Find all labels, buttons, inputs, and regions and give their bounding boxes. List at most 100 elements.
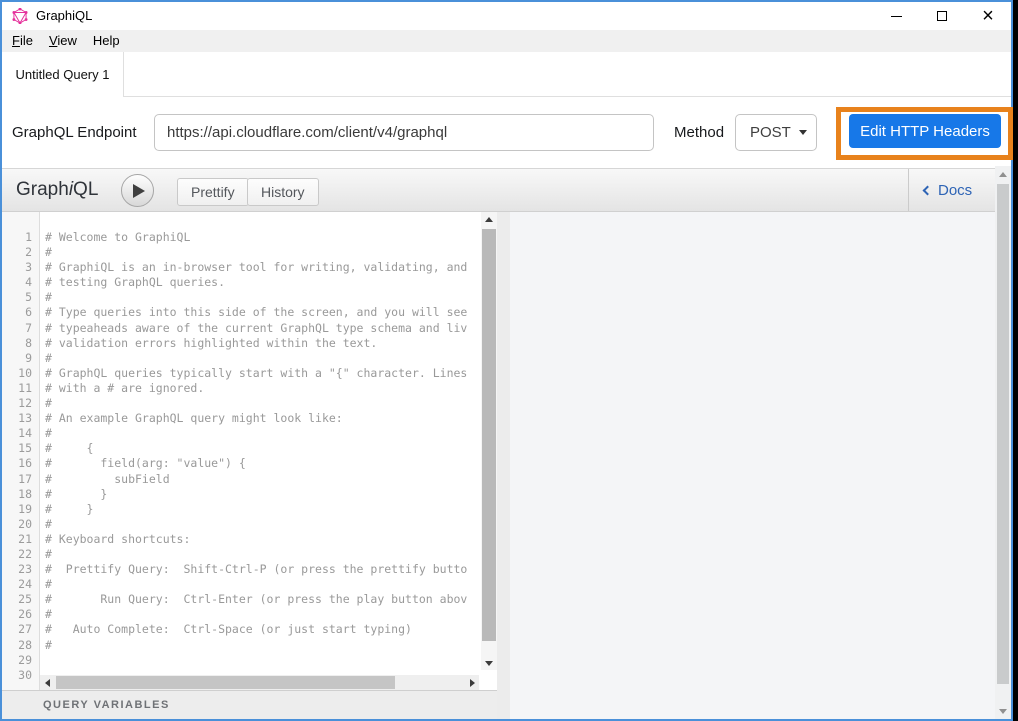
query-editor-pane: 1234567891011121314151617181920212223242… <box>2 212 497 690</box>
minimize-button[interactable] <box>873 2 919 30</box>
code-line: # <box>41 607 481 622</box>
code-line <box>41 653 481 668</box>
endpoint-label: GraphQL Endpoint <box>12 97 137 168</box>
scroll-down-arrow[interactable] <box>481 656 497 670</box>
line-number: 11 <box>2 381 39 396</box>
history-button[interactable]: History <box>247 178 319 206</box>
code-line: # GraphQL queries typically start with a… <box>41 366 481 381</box>
code-line: # <box>41 290 481 305</box>
line-number: 25 <box>2 592 39 607</box>
code-line: # { <box>41 441 481 456</box>
editor-horizontal-scrollbar[interactable] <box>40 675 479 690</box>
play-icon <box>133 184 145 198</box>
line-number: 26 <box>2 607 39 622</box>
line-number: 3 <box>2 260 39 275</box>
line-number: 20 <box>2 517 39 532</box>
graphiql-logo-title: GraphiQL <box>16 169 98 211</box>
line-number: 17 <box>2 472 39 487</box>
line-number: 6 <box>2 305 39 320</box>
line-number: 10 <box>2 366 39 381</box>
code-line: # <box>41 517 481 532</box>
tab-bar: Untitled Query 1 <box>2 52 1011 97</box>
logo-text-ql: QL <box>73 179 98 201</box>
chevron-down-icon <box>799 130 807 135</box>
menu-item-file[interactable]: File <box>4 30 41 52</box>
code-line: # typeaheads aware of the current GraphQ… <box>41 321 481 336</box>
code-line: # Keyboard shortcuts: <box>41 532 481 547</box>
close-icon: × <box>982 6 994 26</box>
scroll-up-arrow[interactable] <box>995 166 1011 182</box>
code-line: # Type queries into this side of the scr… <box>41 305 481 320</box>
line-number: 7 <box>2 321 39 336</box>
code-line: # testing GraphQL queries. <box>41 275 481 290</box>
maximize-button[interactable] <box>919 2 965 30</box>
graphql-logo-icon <box>12 8 28 24</box>
code-line: # An example GraphQL query might look li… <box>41 411 481 426</box>
minimize-icon <box>891 16 902 17</box>
pane-divider <box>497 212 510 719</box>
edit-http-headers-button[interactable]: Edit HTTP Headers <box>849 114 1001 148</box>
line-number: 27 <box>2 622 39 637</box>
endpoint-input[interactable] <box>154 114 654 151</box>
code-line: # <box>41 245 481 260</box>
maximize-icon <box>937 11 947 21</box>
tab-label: Untitled Query 1 <box>16 67 110 82</box>
menu-item-view[interactable]: View <box>41 30 85 52</box>
code-lines[interactable]: # Welcome to GraphiQL## GraphiQL is an i… <box>41 212 481 690</box>
method-label: Method <box>674 97 724 168</box>
line-number: 12 <box>2 396 39 411</box>
window-title: GraphiQL <box>36 2 92 30</box>
vertical-scroll-thumb[interactable] <box>482 229 496 641</box>
window-scroll-thumb[interactable] <box>997 184 1009 684</box>
scroll-left-arrow[interactable] <box>40 675 54 690</box>
chevron-left-icon <box>923 185 933 195</box>
app-window: GraphiQL × FileViewHelp Untitled Query 1… <box>0 0 1013 721</box>
execute-query-button[interactable] <box>121 174 154 207</box>
menu-bar: FileViewHelp <box>2 30 1011 52</box>
code-line: # <box>41 577 481 592</box>
line-number: 5 <box>2 290 39 305</box>
scroll-right-arrow[interactable] <box>465 675 479 690</box>
line-number: 9 <box>2 351 39 366</box>
editor-vertical-scrollbar[interactable] <box>481 212 497 670</box>
title-bar: GraphiQL × <box>2 2 1011 30</box>
line-number: 15 <box>2 441 39 456</box>
line-number: 28 <box>2 638 39 653</box>
query-variables-bar[interactable]: QUERY VARIABLES <box>2 690 497 719</box>
prettify-button[interactable]: Prettify <box>177 178 249 206</box>
scroll-down-arrow[interactable] <box>995 703 1011 719</box>
logo-text-graph: Graph <box>16 179 69 201</box>
toolbar-separator <box>908 169 909 211</box>
code-line: # Run Query: Ctrl-Enter (or press the pl… <box>41 592 481 607</box>
line-number: 24 <box>2 577 39 592</box>
line-number: 19 <box>2 502 39 517</box>
horizontal-scroll-thumb[interactable] <box>56 676 395 689</box>
tab-untitled-query-1[interactable]: Untitled Query 1 <box>2 52 124 97</box>
code-line: # <box>41 638 481 653</box>
line-number: 13 <box>2 411 39 426</box>
line-number: 23 <box>2 562 39 577</box>
line-number: 16 <box>2 456 39 471</box>
scroll-up-arrow[interactable] <box>481 212 497 226</box>
code-line: # <box>41 547 481 562</box>
code-line: # } <box>41 487 481 502</box>
query-variables-label: QUERY VARIABLES <box>2 699 170 711</box>
window-vertical-scrollbar[interactable] <box>995 166 1011 719</box>
close-button[interactable]: × <box>965 2 1011 30</box>
code-line: # Prettify Query: Shift-Ctrl-P (or press… <box>41 562 481 577</box>
code-line: # <box>41 396 481 411</box>
docs-toggle-link[interactable]: Docs <box>924 169 972 211</box>
code-line: # with a # are ignored. <box>41 381 481 396</box>
code-line: # Welcome to GraphiQL <box>41 230 481 245</box>
result-pane <box>510 212 995 719</box>
code-line: # GraphiQL is an in-browser tool for wri… <box>41 260 481 275</box>
code-line: # validation errors highlighted within t… <box>41 336 481 351</box>
code-line: # <box>41 426 481 441</box>
menu-item-help[interactable]: Help <box>85 30 128 52</box>
code-line: # } <box>41 502 481 517</box>
line-number: 2 <box>2 245 39 260</box>
line-number: 29 <box>2 653 39 668</box>
line-number: 14 <box>2 426 39 441</box>
line-number: 8 <box>2 336 39 351</box>
method-select[interactable]: POST <box>735 114 817 151</box>
